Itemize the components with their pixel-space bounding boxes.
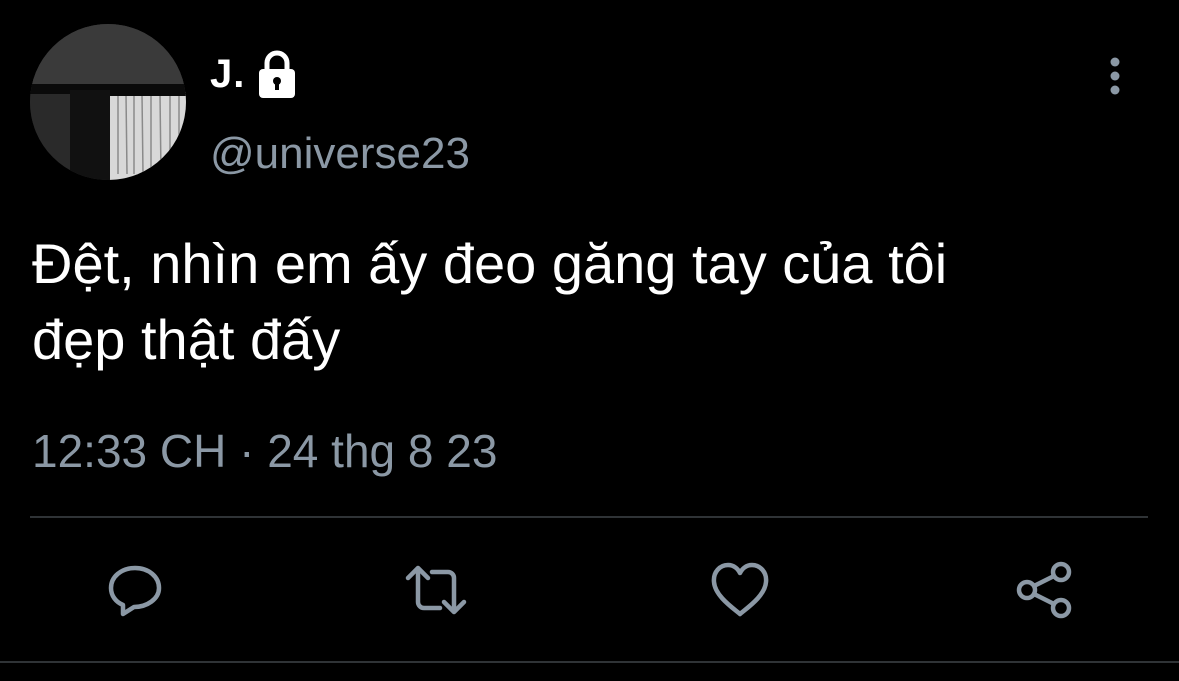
bottom-divider [0,661,1179,663]
share-icon [1016,561,1072,619]
more-options-icon[interactable] [1098,54,1132,98]
author-name-row[interactable]: J. [210,48,303,100]
tweet-text: Đệt, nhìn em ấy đeo găng tay của tôi đẹp… [32,232,948,371]
reply-button[interactable] [103,558,167,622]
heart-icon [711,562,769,617]
retweet-icon [405,565,467,615]
display-name[interactable]: J. [210,52,245,97]
divider [30,516,1148,518]
avatar[interactable] [30,24,186,180]
tweet-timestamp[interactable]: 12:33 CH · 24 thg 8 23 [32,422,497,480]
reply-icon [108,565,162,617]
user-handle[interactable]: @universe23 [210,126,470,182]
share-button[interactable] [1012,558,1076,622]
avatar-image [30,24,186,180]
like-button[interactable] [708,558,772,622]
retweet-button[interactable] [404,558,468,622]
lock-icon [251,48,303,100]
